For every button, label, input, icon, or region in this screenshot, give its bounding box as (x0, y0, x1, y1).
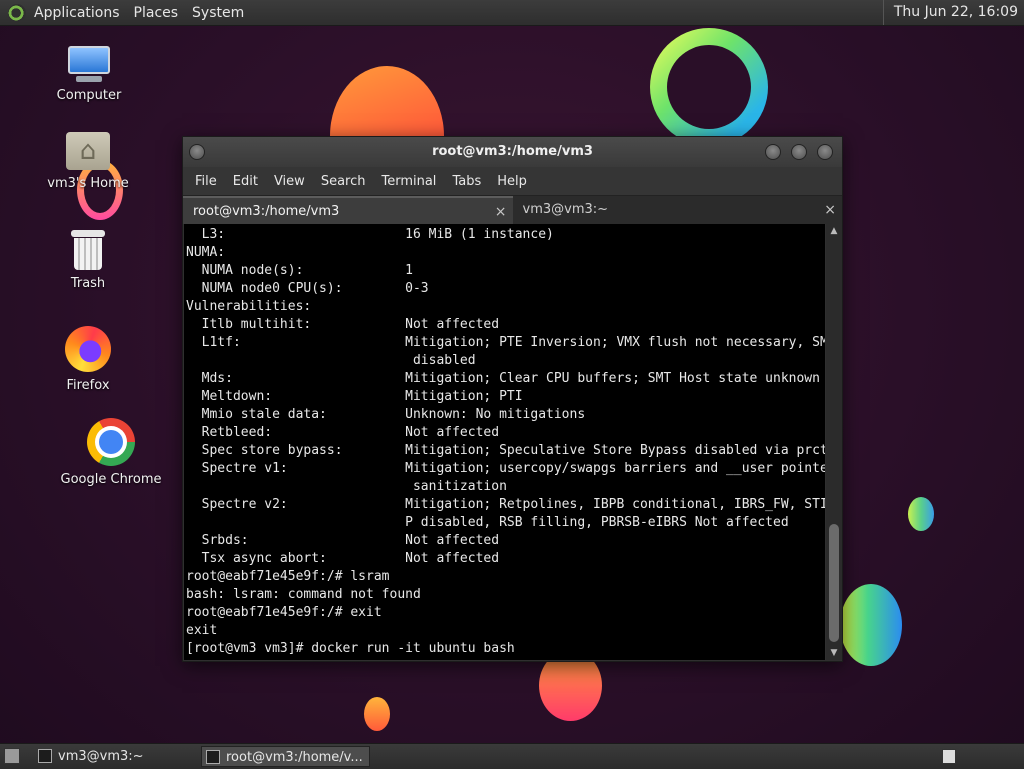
tab-label: root@vm3:/home/vm3 (193, 204, 340, 219)
maximize-button[interactable] (791, 144, 807, 160)
taskbar-item-label: vm3@vm3:~ (58, 749, 144, 764)
close-button[interactable] (817, 144, 833, 160)
desktop-icon-label: vm3's Home (47, 176, 129, 191)
show-desktop-icon[interactable] (4, 748, 20, 764)
clock[interactable]: Thu Jun 22, 16:09 (882, 0, 1024, 25)
system-menu[interactable]: System (186, 5, 252, 21)
taskbar-item-vm3[interactable]: vm3@vm3:~ (34, 746, 218, 767)
desktop-icon-label: Computer (56, 88, 122, 103)
wallpaper-large-green-blob (840, 584, 902, 666)
terminal-output[interactable]: L3: 16 MiB (1 instance) NUMA: NUMA node(… (184, 224, 825, 660)
top-panel: Applications Places System Thu Jun 22, 1… (0, 0, 1024, 26)
tab-label: vm3@vm3:~ (522, 202, 609, 217)
desktop-icon-label: Firefox (66, 378, 110, 393)
wallpaper-green-blob (908, 497, 934, 531)
desktop-icon-label: Trash (70, 276, 106, 291)
desktop-icon-label: Google Chrome (60, 472, 162, 487)
menu-search[interactable]: Search (313, 174, 374, 189)
applications-menu[interactable]: Applications (32, 5, 128, 21)
terminal-icon (206, 750, 220, 764)
menu-view[interactable]: View (266, 174, 313, 189)
terminal-text: L3: 16 MiB (1 instance) NUMA: NUMA node(… (186, 227, 825, 656)
desktop-icon-firefox[interactable]: Firefox (33, 326, 143, 393)
tab-close-icon[interactable]: × (495, 198, 507, 226)
terminal-tabs: root@vm3:/home/vm3 × vm3@vm3:~ × (183, 195, 842, 224)
workspace-switcher[interactable] (942, 749, 956, 764)
distro-logo-icon[interactable] (8, 3, 26, 22)
menu-help[interactable]: Help (489, 174, 535, 189)
taskbar-item-root-vm3[interactable]: root@vm3:/home/v... (201, 746, 370, 767)
tab-root-vm3-home[interactable]: root@vm3:/home/vm3 × (183, 196, 513, 224)
window-titlebar[interactable]: root@vm3:/home/vm3 (183, 137, 842, 167)
wallpaper-small-orange-blob (364, 697, 390, 731)
bottom-panel: vm3@vm3:~ root@vm3:/home/v... (0, 743, 1024, 769)
menu-terminal[interactable]: Terminal (373, 174, 444, 189)
desktop-icon-chrome[interactable]: Google Chrome (56, 418, 166, 487)
minimize-button[interactable] (765, 144, 781, 160)
terminal-scrollbar[interactable]: ▲ ▼ (826, 224, 842, 660)
chrome-icon (87, 418, 135, 466)
terminal-icon (38, 749, 52, 763)
home-folder-icon (66, 132, 110, 170)
terminal-menubar: File Edit View Search Terminal Tabs Help (183, 167, 842, 195)
places-menu[interactable]: Places (128, 5, 187, 21)
scroll-down-icon[interactable]: ▼ (826, 646, 842, 660)
desktop-icon-trash[interactable]: Trash (33, 230, 143, 291)
menu-file[interactable]: File (187, 174, 225, 189)
tab-close-icon[interactable]: × (824, 196, 836, 224)
menu-edit[interactable]: Edit (225, 174, 266, 189)
window-title: root@vm3:/home/vm3 (432, 144, 593, 159)
computer-icon (66, 46, 112, 82)
taskbar-item-label: root@vm3:/home/v... (226, 750, 363, 765)
firefox-icon (65, 326, 111, 372)
trash-icon (71, 230, 105, 270)
wallpaper-ring (650, 28, 768, 146)
desktop-icon-home[interactable]: vm3's Home (33, 132, 143, 191)
tab-vm3-home[interactable]: vm3@vm3:~ × (513, 196, 843, 224)
desktop-icon-computer[interactable]: Computer (34, 46, 144, 103)
menu-tabs[interactable]: Tabs (444, 174, 489, 189)
scroll-up-icon[interactable]: ▲ (826, 224, 842, 238)
terminal-window[interactable]: root@vm3:/home/vm3 File Edit View Search… (182, 136, 843, 662)
scrollbar-thumb[interactable] (829, 524, 839, 642)
